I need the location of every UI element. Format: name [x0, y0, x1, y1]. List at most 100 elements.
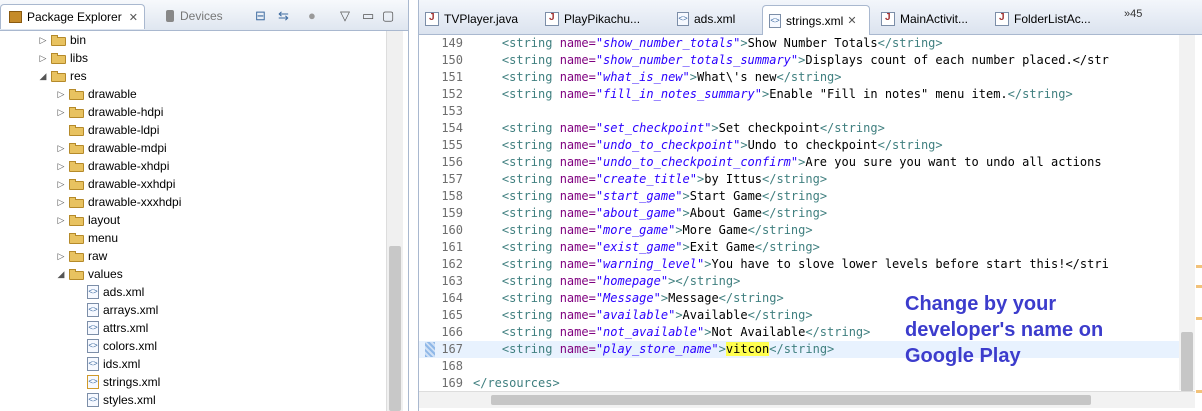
- folder-icon: [51, 34, 66, 46]
- tree-file-colors-xml[interactable]: <> colors.xml: [74, 337, 157, 355]
- editor-tab-mainactivit[interactable]: MainActivit...: [875, 6, 985, 31]
- editor-tab-label: ads.xml: [694, 11, 736, 26]
- line-number: 164: [441, 291, 463, 305]
- xml-tag: <string: [501, 274, 560, 288]
- expanded-arrow-icon[interactable]: ◢: [56, 269, 66, 280]
- tree-folder-bin[interactable]: ▷ bin: [38, 31, 86, 49]
- xml-tag: </string>: [877, 36, 943, 50]
- collapsed-arrow-icon[interactable]: ▷: [56, 251, 66, 262]
- collapsed-arrow-icon[interactable]: ▷: [38, 53, 48, 64]
- code-line[interactable]: 155 <string name="undo_to_checkpoint">Un…: [419, 137, 1179, 154]
- code-line[interactable]: 162 <string name="warning_level">You hav…: [419, 256, 1179, 273]
- tree-file-ads-xml[interactable]: <> ads.xml: [74, 283, 144, 301]
- collapsed-arrow-icon[interactable]: ▷: [56, 179, 66, 190]
- tree-folder-drawable-ldpi[interactable]: drawable-ldpi: [56, 121, 159, 139]
- maximize-icon[interactable]: ▢: [382, 8, 394, 24]
- tab-package-explorer[interactable]: Package Explorer ✕: [0, 4, 145, 29]
- code-line[interactable]: 152 <string name="fill_in_notes_summary"…: [419, 86, 1179, 103]
- tree-file-ids-xml[interactable]: <> ids.xml: [74, 355, 140, 373]
- editor-tab-playpikachu[interactable]: PlayPikachu...: [539, 6, 669, 31]
- focus-icon[interactable]: ●: [308, 8, 316, 23]
- editor-tab-tvplayer-java[interactable]: TVPlayer.java: [419, 6, 539, 31]
- collapsed-arrow-icon[interactable]: ▷: [56, 107, 66, 118]
- package-explorer-panel: Package Explorer ✕ Devices ⊟ ⇆ ● ▽ ▭ ▢ ▷…: [0, 0, 409, 411]
- xml-attribute: name=: [559, 87, 596, 101]
- overview-marker[interactable]: [1196, 285, 1202, 288]
- minimize-icon[interactable]: ▭: [362, 8, 374, 24]
- folder-icon: [69, 124, 84, 136]
- line-number: 165: [441, 308, 463, 322]
- overview-marker[interactable]: [1196, 317, 1202, 320]
- link-with-editor-icon[interactable]: ⇆: [278, 8, 289, 24]
- tree-scrollbar[interactable]: [386, 31, 403, 411]
- tree-folder-drawable-xxhdpi[interactable]: ▷ drawable-xxhdpi: [56, 175, 176, 193]
- expanded-arrow-icon[interactable]: ◢: [38, 71, 48, 82]
- tab-devices[interactable]: Devices: [160, 4, 229, 28]
- code-line[interactable]: 160 <string name="more_game">More Game</…: [419, 222, 1179, 239]
- tree-folder-libs[interactable]: ▷ libs: [38, 49, 88, 67]
- collapsed-arrow-icon[interactable]: ▷: [56, 89, 66, 100]
- tree-folder-values[interactable]: ◢ values: [56, 265, 123, 283]
- tree-item-label: libs: [70, 51, 89, 65]
- folder-icon: [69, 178, 84, 190]
- code-line[interactable]: 161 <string name="exist_game">Exit Game<…: [419, 239, 1179, 256]
- tree-folder-drawable-xxxhdpi[interactable]: ▷ drawable-xxxhdpi: [56, 193, 182, 211]
- code-line[interactable]: 163 <string name="homepage"></string>: [419, 273, 1179, 290]
- horizontal-scroll-thumb[interactable]: [491, 395, 1091, 405]
- collapsed-arrow-icon[interactable]: ▷: [56, 197, 66, 208]
- editor-horizontal-scrollbar[interactable]: [419, 391, 1195, 408]
- tree-folder-drawable-hdpi[interactable]: ▷ drawable-hdpi: [56, 103, 164, 121]
- tree-file-arrays-xml[interactable]: <> arrays.xml: [74, 301, 158, 319]
- xml-attribute-value: "homepage": [595, 274, 669, 288]
- code-line[interactable]: 158 <string name="start_game">Start Game…: [419, 188, 1179, 205]
- tree-folder-res[interactable]: ◢ res: [38, 67, 87, 85]
- close-icon[interactable]: ✕: [847, 14, 856, 27]
- code-line[interactable]: 149 <string name="show_number_totals">Sh…: [419, 35, 1179, 52]
- xml-file-icon: <>: [677, 11, 689, 26]
- tree-folder-drawable-mdpi[interactable]: ▷ drawable-mdpi: [56, 139, 167, 157]
- tree-folder-layout[interactable]: ▷ layout: [56, 211, 121, 229]
- view-menu-icon[interactable]: ▽: [340, 8, 350, 24]
- code-line[interactable]: 154 <string name="set_checkpoint">Set ch…: [419, 120, 1179, 137]
- string-value: About Game: [689, 206, 763, 220]
- tree-folder-drawable-xhdpi[interactable]: ▷ drawable-xhdpi: [56, 157, 170, 175]
- project-tree: ▷ bin ▷ libs ◢ res ▷ drawable ▷ drawable-hdpi draw…: [0, 31, 385, 411]
- overview-marker[interactable]: [1196, 390, 1202, 393]
- collapse-all-icon[interactable]: ⊟: [255, 8, 266, 24]
- tree-file-attrs-xml[interactable]: <> attrs.xml: [74, 319, 148, 337]
- vertical-scroll-thumb[interactable]: [1181, 332, 1193, 392]
- tree-file-styles-xml[interactable]: <> styles.xml: [74, 391, 156, 409]
- xml-attribute-value: "available": [595, 308, 676, 322]
- editor-tab-folderlistac[interactable]: FolderListAc...: [989, 6, 1113, 31]
- overview-marker[interactable]: [1196, 265, 1202, 268]
- code-line[interactable]: 157 <string name="create_title">by Ittus…: [419, 171, 1179, 188]
- editor-vertical-scrollbar[interactable]: [1179, 35, 1195, 392]
- string-value: Available: [682, 308, 748, 322]
- code-line[interactable]: 150 <string name="show_number_totals_sum…: [419, 52, 1179, 69]
- xml-attribute-value: "warning_level": [595, 257, 705, 271]
- tree-folder-raw[interactable]: ▷ raw: [56, 247, 108, 265]
- tree-folder-menu[interactable]: menu: [56, 229, 118, 247]
- collapsed-arrow-icon[interactable]: ▷: [56, 161, 66, 172]
- close-icon[interactable]: ✕: [129, 11, 138, 24]
- xml-tag: </string>: [819, 121, 885, 135]
- editor-tab-ads-xml[interactable]: <> ads.xml: [671, 6, 759, 31]
- tree-item-label: menu: [88, 231, 119, 245]
- collapsed-arrow-icon[interactable]: ▷: [38, 35, 48, 46]
- code-line[interactable]: 151 <string name="what_is_new">What\'s n…: [419, 69, 1179, 86]
- collapsed-arrow-icon[interactable]: ▷: [56, 215, 66, 226]
- editor-tab-strings-xml[interactable]: <> strings.xml ✕: [762, 5, 870, 35]
- line-number: 158: [441, 189, 463, 203]
- tree-file-strings-xml[interactable]: <> strings.xml: [74, 373, 160, 391]
- tree-scroll-thumb[interactable]: [389, 246, 401, 411]
- tabs-overflow-button[interactable]: »45: [1124, 8, 1142, 20]
- tree-folder-drawable[interactable]: ▷ drawable: [56, 85, 137, 103]
- xml-file-icon: <>: [769, 13, 781, 28]
- tree-item-label: values: [88, 267, 123, 281]
- code-line[interactable]: 153: [419, 103, 1179, 120]
- code-line[interactable]: 169 </resources>: [419, 375, 1179, 390]
- collapsed-arrow-icon[interactable]: ▷: [56, 143, 66, 154]
- xml-attribute-value: "show_number_totals": [595, 36, 741, 50]
- code-line[interactable]: 159 <string name="about_game">About Game…: [419, 205, 1179, 222]
- code-line[interactable]: 156 <string name="undo_to_checkpoint_con…: [419, 154, 1179, 171]
